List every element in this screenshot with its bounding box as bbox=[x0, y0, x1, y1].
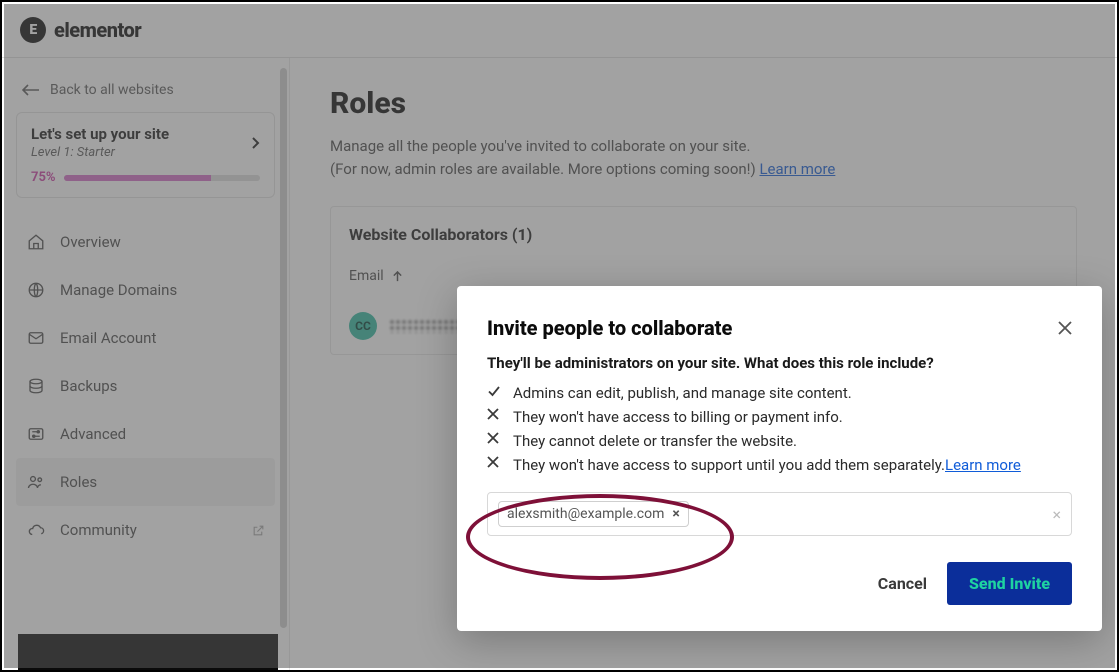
permission-text: Admins can edit, publish, and manage sit… bbox=[513, 384, 852, 402]
x-mark-icon bbox=[487, 408, 503, 420]
email-chip[interactable]: alexsmith@example.com × bbox=[498, 501, 689, 527]
permission-row: They won't have access to billing or pay… bbox=[487, 408, 1072, 426]
clear-input-icon[interactable]: × bbox=[1052, 505, 1061, 524]
permission-text: They cannot delete or transfer the websi… bbox=[513, 432, 797, 450]
send-invite-button[interactable]: Send Invite bbox=[947, 562, 1072, 605]
permission-row: Admins can edit, publish, and manage sit… bbox=[487, 384, 1072, 402]
cancel-button[interactable]: Cancel bbox=[878, 574, 927, 593]
x-mark-icon bbox=[487, 456, 503, 468]
modal-subtitle: They'll be administrators on your site. … bbox=[487, 354, 1072, 372]
permission-row: They cannot delete or transfer the websi… bbox=[487, 432, 1072, 450]
permission-text: They won't have access to billing or pay… bbox=[513, 408, 843, 426]
check-icon bbox=[487, 384, 503, 398]
permissions-list: Admins can edit, publish, and manage sit… bbox=[487, 384, 1072, 474]
modal-title: Invite people to collaborate bbox=[487, 316, 732, 340]
email-chip-text: alexsmith@example.com bbox=[507, 506, 664, 522]
permission-row: They won't have access to support until … bbox=[487, 456, 1072, 474]
permission-text: They won't have access to support until … bbox=[513, 456, 945, 474]
close-icon[interactable] bbox=[1058, 321, 1072, 335]
invite-email-input[interactable]: alexsmith@example.com × × bbox=[487, 492, 1072, 536]
permission-learn-more-link[interactable]: Learn more bbox=[945, 456, 1021, 474]
chip-remove-icon[interactable]: × bbox=[672, 506, 679, 522]
x-mark-icon bbox=[487, 432, 503, 444]
invite-modal: Invite people to collaborate They'll be … bbox=[457, 286, 1102, 631]
